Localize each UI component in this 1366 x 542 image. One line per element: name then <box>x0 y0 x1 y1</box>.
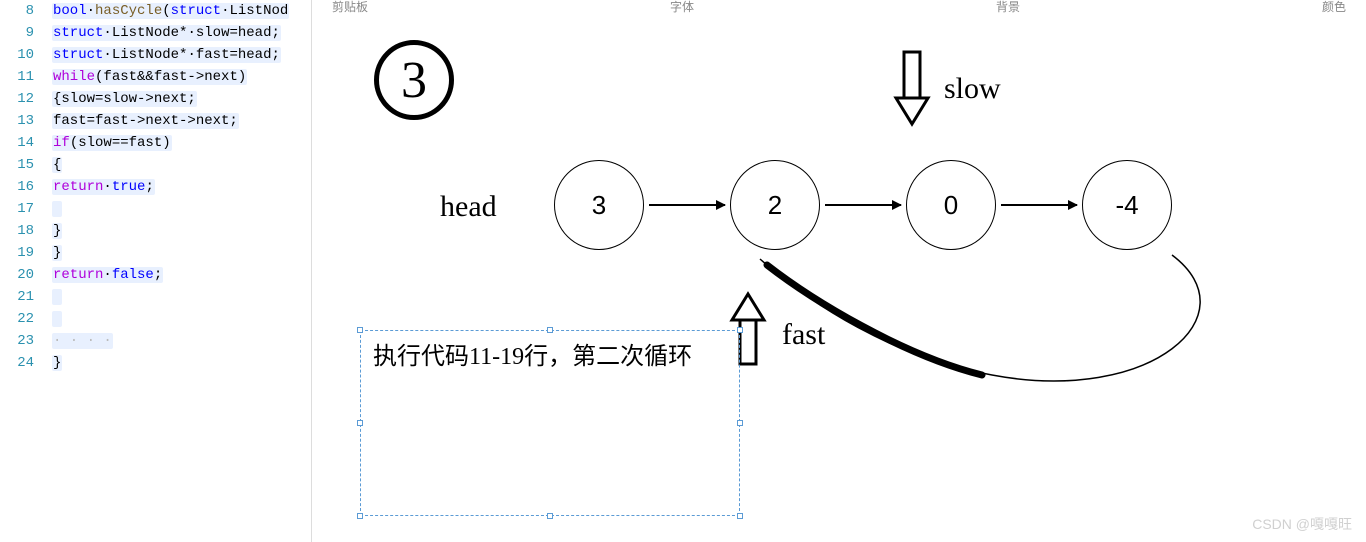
code-text: · · · · <box>44 330 311 352</box>
line-number: 8 <box>0 0 44 22</box>
code-line[interactable]: 20return·false; <box>0 264 311 286</box>
diagram-canvas: 剪贴板 字体 背景 颜色 3 head slow 320-4 <box>312 0 1366 542</box>
line-number: 24 <box>0 352 44 374</box>
code-line[interactable]: 8bool·hasCycle(struct·ListNod <box>0 0 311 22</box>
resize-handle[interactable] <box>737 513 743 519</box>
step-number: 3 <box>401 51 427 110</box>
hint-font: 字体 <box>670 0 694 8</box>
line-number: 14 <box>0 132 44 154</box>
code-line[interactable]: 23· · · · <box>0 330 311 352</box>
line-number: 11 <box>0 66 44 88</box>
resize-handle[interactable] <box>547 327 553 333</box>
code-text: return·false; <box>44 264 311 286</box>
code-line[interactable]: 24} <box>0 352 311 374</box>
watermark: CSDN @嘎嘎旺 <box>1252 514 1352 534</box>
fast-label: fast <box>782 318 825 352</box>
head-label: head <box>440 190 497 224</box>
code-editor: 8bool·hasCycle(struct·ListNod9struct·Lis… <box>0 0 312 542</box>
arrow-right-icon <box>649 204 725 206</box>
line-number: 18 <box>0 220 44 242</box>
hint-background: 背景 <box>996 0 1020 8</box>
line-number: 23 <box>0 330 44 352</box>
line-number: 20 <box>0 264 44 286</box>
code-text: } <box>44 220 311 242</box>
hint-clipboard: 剪贴板 <box>332 0 368 8</box>
arrow-right-icon <box>1001 204 1077 206</box>
line-number: 9 <box>0 22 44 44</box>
code-text: struct·ListNode*·fast=head; <box>44 44 311 66</box>
code-text: bool·hasCycle(struct·ListNod <box>44 0 311 22</box>
caption-text: 执行代码11-19行，第二次循环 <box>373 344 692 370</box>
code-text: { <box>44 154 311 176</box>
slow-pointer: slow <box>892 50 1001 128</box>
line-number: 19 <box>0 242 44 264</box>
resize-handle[interactable] <box>547 513 553 519</box>
code-line[interactable]: 13fast=fast->next->next; <box>0 110 311 132</box>
arrow-down-icon <box>892 50 932 128</box>
line-number: 17 <box>0 198 44 220</box>
code-text: while(fast&&fast->next) <box>44 66 311 88</box>
caption-textbox[interactable]: 执行代码11-19行，第二次循环 <box>360 330 740 516</box>
code-line[interactable]: 11while(fast&&fast->next) <box>0 66 311 88</box>
line-number: 16 <box>0 176 44 198</box>
resize-handle[interactable] <box>357 513 363 519</box>
code-text: } <box>44 242 311 264</box>
code-text <box>44 198 311 220</box>
code-line[interactable]: 18} <box>0 220 311 242</box>
code-line[interactable]: 19} <box>0 242 311 264</box>
list-node: 3 <box>554 160 644 250</box>
hint-color: 颜色 <box>1322 0 1346 8</box>
code-text: } <box>44 352 311 374</box>
code-text: struct·ListNode*·slow=head; <box>44 22 311 44</box>
code-line[interactable]: 17 <box>0 198 311 220</box>
code-line[interactable]: 22 <box>0 308 311 330</box>
resize-handle[interactable] <box>357 420 363 426</box>
code-text: fast=fast->next->next; <box>44 110 311 132</box>
resize-handle[interactable] <box>737 420 743 426</box>
code-text <box>44 286 311 308</box>
step-number-badge: 3 <box>374 40 454 120</box>
code-line[interactable]: 21 <box>0 286 311 308</box>
line-number: 12 <box>0 88 44 110</box>
line-number: 13 <box>0 110 44 132</box>
code-text <box>44 308 311 330</box>
code-text: return·true; <box>44 176 311 198</box>
resize-handle[interactable] <box>737 327 743 333</box>
toolbar-hints: 剪贴板 字体 背景 颜色 <box>332 0 1346 8</box>
line-number: 10 <box>0 44 44 66</box>
code-line[interactable]: 12{slow=slow->next; <box>0 88 311 110</box>
code-line[interactable]: 14if(slow==fast) <box>0 132 311 154</box>
code-text: if(slow==fast) <box>44 132 311 154</box>
resize-handle[interactable] <box>357 327 363 333</box>
code-line[interactable]: 10struct·ListNode*·fast=head; <box>0 44 311 66</box>
line-number: 15 <box>0 154 44 176</box>
code-line[interactable]: 15{ <box>0 154 311 176</box>
list-node: 2 <box>730 160 820 250</box>
code-line[interactable]: 16return·true; <box>0 176 311 198</box>
list-node: -4 <box>1082 160 1172 250</box>
slow-label: slow <box>944 72 1001 106</box>
line-number: 22 <box>0 308 44 330</box>
code-line[interactable]: 9struct·ListNode*·slow=head; <box>0 22 311 44</box>
arrow-right-icon <box>825 204 901 206</box>
code-text: {slow=slow->next; <box>44 88 311 110</box>
line-number: 21 <box>0 286 44 308</box>
list-node: 0 <box>906 160 996 250</box>
